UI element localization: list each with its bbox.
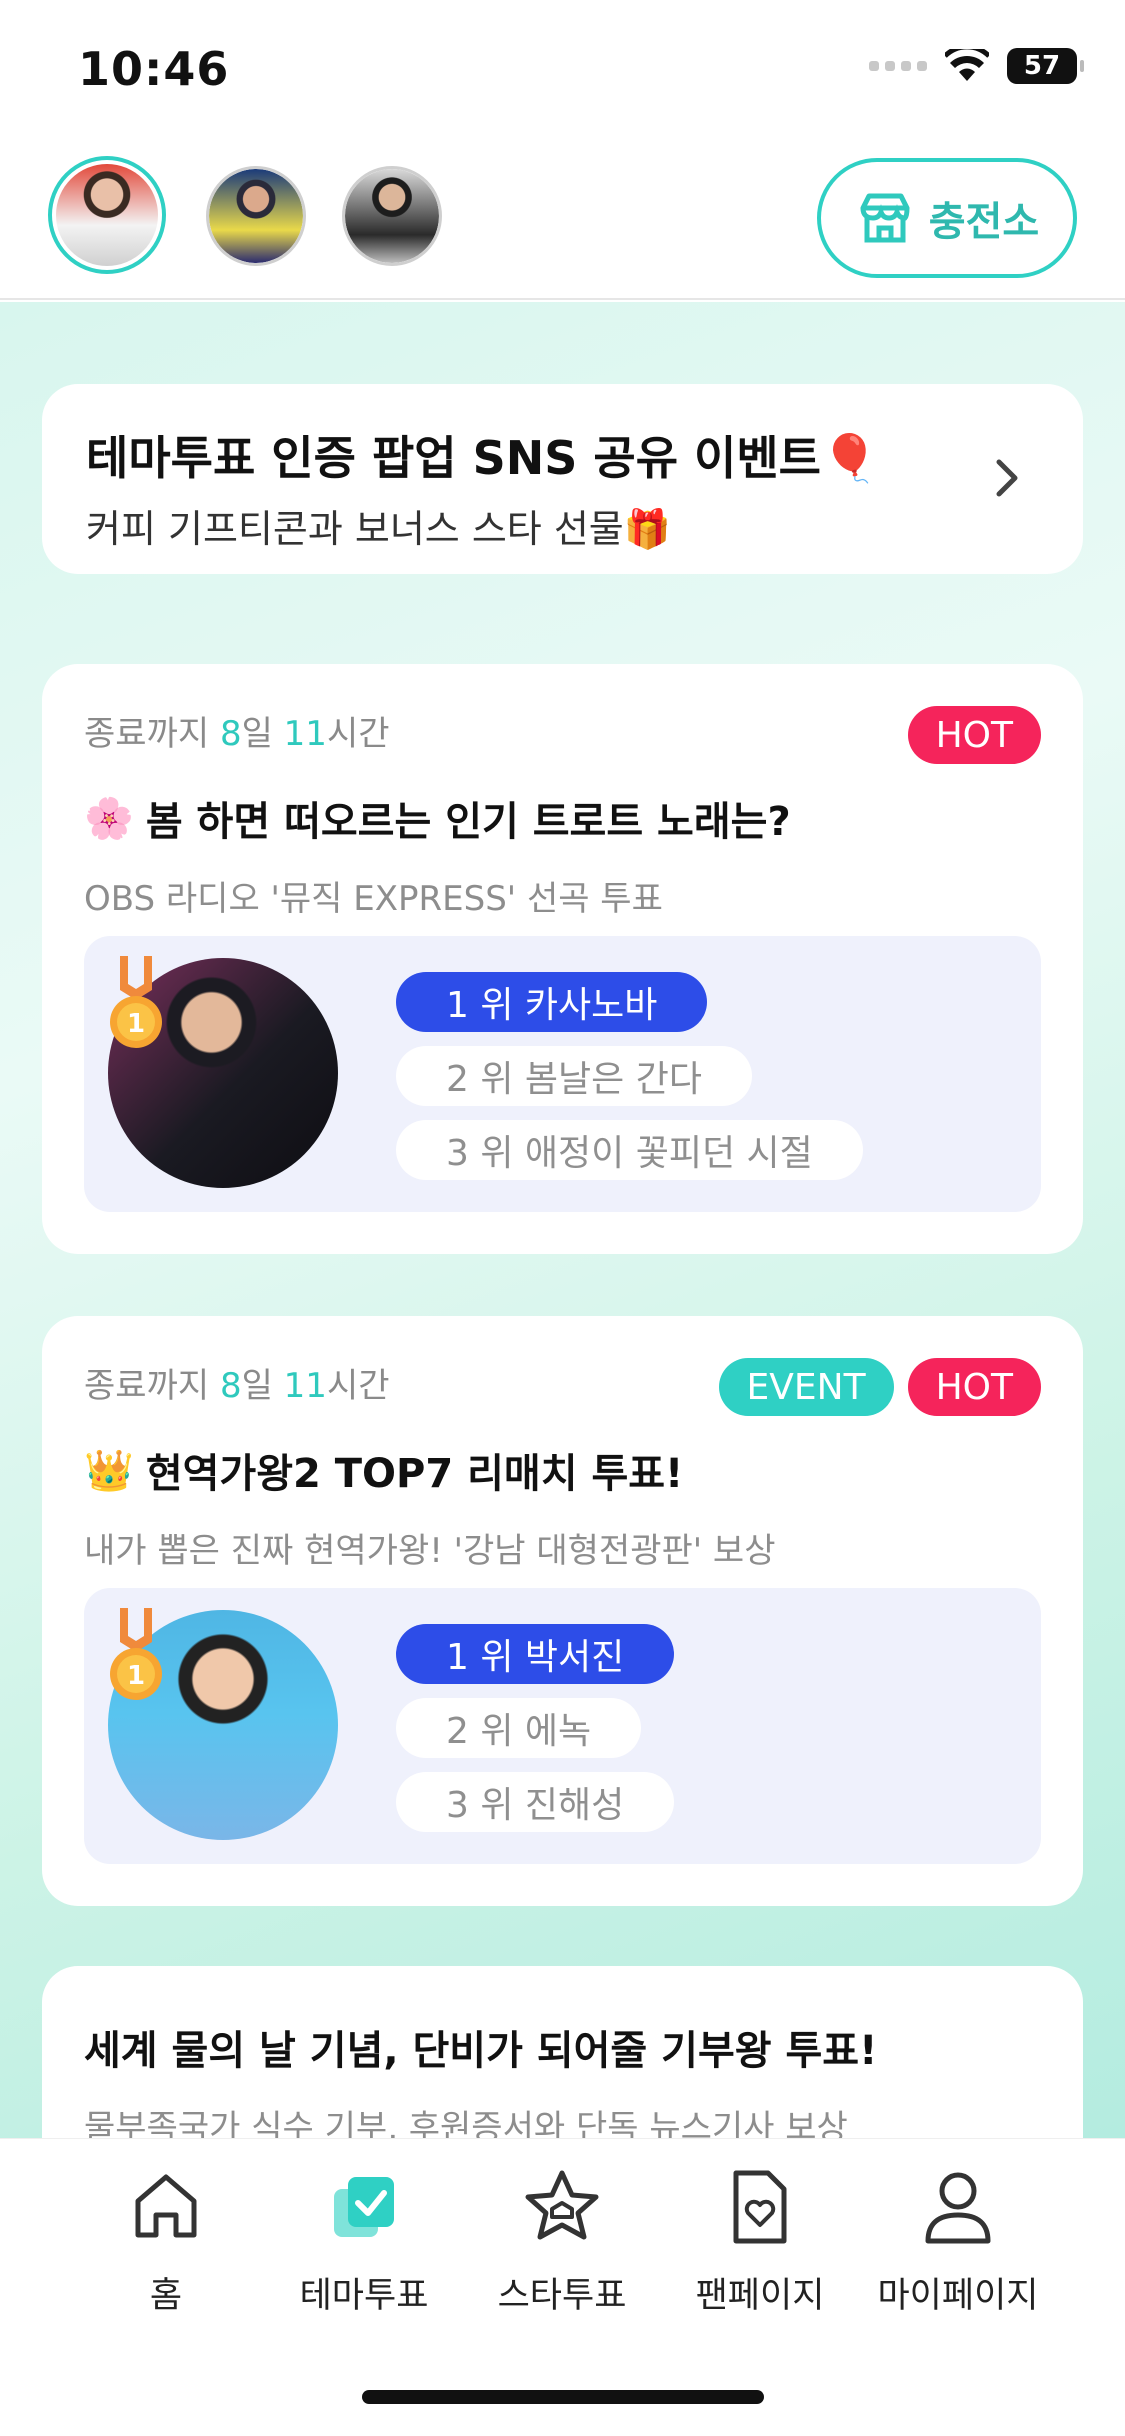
rank-item-3: 3 위 애정이 꽃피던 시절 xyxy=(396,1120,863,1180)
artist-avatar-selected[interactable] xyxy=(48,156,166,274)
gold-medal-icon: 1 xyxy=(110,956,162,1048)
vote-card[interactable]: 종료까지 8일 11시간 EVENT HOT 👑 현역가왕2 TOP7 리매치 … xyxy=(42,1316,1083,1906)
vote-card[interactable]: 세계 물의 날 기념, 단비가 되어줄 기부왕 투표! 물부족국가 식수 기부,… xyxy=(42,1966,1083,2138)
nav-item-theme-vote[interactable]: 테마투표 xyxy=(264,2165,464,2318)
vote-title-text: 봄 하면 떠오르는 인기 트로트 노래는? xyxy=(145,799,791,845)
ranking-box: 1 1 위 카사노바 2 위 봄날은 간다 3 위 애정이 꽃피던 시절 xyxy=(84,936,1041,1212)
battery-icon: 57 xyxy=(1007,48,1084,84)
svg-text:1: 1 xyxy=(127,1009,145,1039)
vote-subtitle: 내가 뽑은 진짜 현역가왕! '강남 대형전광판' 보상 xyxy=(84,1531,776,1571)
vote-title: 👑 현역가왕2 TOP7 리매치 투표! xyxy=(84,1441,1041,1499)
deadline-days: 8 xyxy=(219,1366,242,1406)
deadline-days-unit: 일 xyxy=(241,714,284,754)
vote-title-text: 현역가왕2 TOP7 리매치 투표! xyxy=(145,1451,684,1497)
gold-medal-icon: 1 xyxy=(110,1608,162,1700)
theme-vote-icon xyxy=(334,2177,394,2237)
ranking-box: 1 1 위 박서진 2 위 에녹 3 위 진해성 xyxy=(84,1588,1041,1864)
deadline-hours: 11 xyxy=(283,714,327,754)
deadline-prefix: 종료까지 xyxy=(84,1366,220,1406)
home-icon xyxy=(135,2174,197,2238)
top-header: 충전소 xyxy=(0,140,1125,300)
rank-item-3: 3 위 진해성 xyxy=(396,1772,675,1832)
badge-group: EVENT HOT xyxy=(718,1358,1041,1416)
nav-label-home: 홈 xyxy=(149,2276,183,2316)
nav-item-star-vote[interactable]: 스타투표 xyxy=(462,2165,662,2318)
status-time: 10:46 xyxy=(78,42,230,96)
vote-subtitle: OBS 라디오 '뮤직 EXPRESS' 선곡 투표 xyxy=(84,879,663,919)
hot-badge: HOT xyxy=(907,706,1041,764)
promo-title: 테마투표 인증 팝업 SNS 공유 이벤트🎈 xyxy=(86,431,879,485)
rank-item-2: 2 위 봄날은 간다 xyxy=(396,1046,752,1106)
deadline-text: 종료까지 8일 11시간 xyxy=(84,706,1041,755)
artist-avatar[interactable] xyxy=(342,166,442,266)
status-icons: 57 xyxy=(869,48,1084,84)
cellular-signal-icon xyxy=(869,61,927,71)
svg-text:1: 1 xyxy=(127,1661,145,1691)
rank-item-2: 2 위 에녹 xyxy=(396,1698,642,1758)
deadline-prefix: 종료까지 xyxy=(84,714,220,754)
deadline-days-unit: 일 xyxy=(241,1366,284,1406)
star-vote-icon xyxy=(525,2170,599,2240)
status-bar: 10:46 57 xyxy=(0,0,1125,140)
rank-item-1: 1 위 카사노바 xyxy=(396,972,708,1032)
rank-item-1: 1 위 박서진 xyxy=(396,1624,675,1684)
nav-item-home[interactable]: 홈 xyxy=(66,2165,266,2318)
vote-card[interactable]: 종료까지 8일 11시간 HOT 🌸 봄 하면 떠오르는 인기 트로트 노래는?… xyxy=(42,664,1083,1254)
event-badge: EVENT xyxy=(718,1358,894,1416)
avatar-image xyxy=(345,169,439,263)
crown-icon: 👑 xyxy=(84,1447,134,1494)
home-indicator xyxy=(362,2390,764,2404)
nav-item-fan-page[interactable]: 팬페이지 xyxy=(660,2165,860,2318)
nav-label-theme-vote: 테마투표 xyxy=(299,2276,429,2316)
deadline-hours: 11 xyxy=(283,1366,327,1406)
charging-station-button[interactable]: 충전소 xyxy=(817,158,1077,278)
avatar-image xyxy=(56,164,158,266)
badge-group: HOT xyxy=(907,706,1041,764)
main-content: 테마투표 인증 팝업 SNS 공유 이벤트🎈 커피 기프티콘과 보너스 스타 선… xyxy=(0,302,1125,2138)
vote-subtitle: 물부족국가 식수 기부, 후원증서와 단독 뉴스기사 보상 xyxy=(84,2108,848,2138)
hot-badge: HOT xyxy=(907,1358,1041,1416)
avatar-image xyxy=(209,169,303,263)
vote-title-text: 세계 물의 날 기념, 단비가 되어줄 기부왕 투표! xyxy=(84,2028,878,2074)
deadline-days: 8 xyxy=(219,714,242,754)
artist-avatar[interactable] xyxy=(206,166,306,266)
charging-station-label: 충전소 xyxy=(928,199,1040,245)
nav-label-fan-page: 팬페이지 xyxy=(695,2276,825,2316)
fan-page-icon xyxy=(733,2170,787,2244)
flower-icon: 🌸 xyxy=(84,795,134,842)
store-icon xyxy=(860,193,910,243)
deadline-hours-unit: 시간 xyxy=(326,1366,390,1406)
nav-label-my-page: 마이페이지 xyxy=(877,2276,1039,2316)
rank-list: 1 위 카사노바 2 위 봄날은 간다 3 위 애정이 꽃피던 시절 xyxy=(396,972,863,1180)
promo-banner[interactable]: 테마투표 인증 팝업 SNS 공유 이벤트🎈 커피 기프티콘과 보너스 스타 선… xyxy=(42,384,1083,574)
promo-subtitle: 커피 기프티콘과 보너스 스타 선물🎁 xyxy=(86,507,672,551)
vote-title: 🌸 봄 하면 떠오르는 인기 트로트 노래는? xyxy=(84,789,1041,847)
wifi-icon xyxy=(945,49,989,81)
deadline-hours-unit: 시간 xyxy=(326,714,390,754)
nav-label-star-vote: 스타투표 xyxy=(497,2276,627,2316)
chevron-right-icon xyxy=(996,459,1018,497)
nav-item-my-page[interactable]: 마이페이지 xyxy=(858,2165,1058,2318)
my-page-icon xyxy=(925,2172,991,2244)
rank-list: 1 위 박서진 2 위 에녹 3 위 진해성 xyxy=(396,1624,675,1832)
